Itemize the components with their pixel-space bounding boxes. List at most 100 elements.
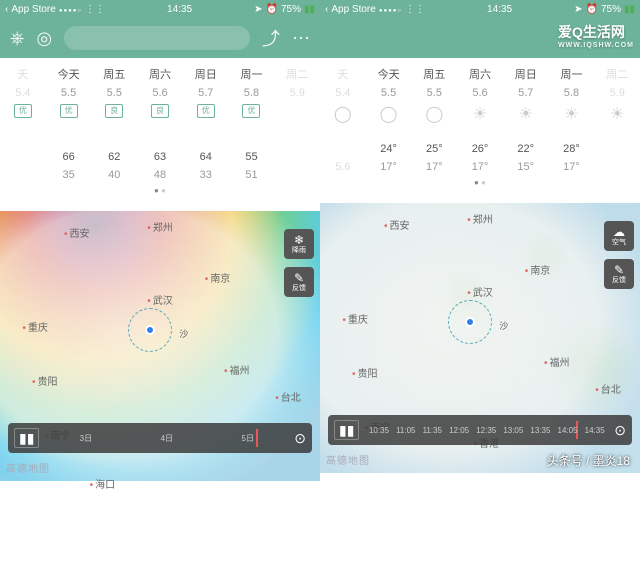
forecast-cell: 40 (91, 166, 137, 184)
status-bar: ‹ App Store ⋮⋮ 14:35 ➤ ⏰ 75% ▮▮ (0, 0, 320, 18)
forecast-cell: 17° (457, 158, 503, 176)
city-label: 台北 (595, 381, 621, 396)
locate-button[interactable]: ⊙ (294, 430, 306, 447)
target-icon[interactable]: ◎ (36, 28, 52, 49)
forecast-cell: 5.5 (366, 84, 412, 102)
forecast-cell: 55 (229, 148, 275, 166)
map-attribution: 高德地图 (326, 452, 370, 467)
forecast-cell: 周日 (503, 64, 549, 84)
status-time: 14:35 (487, 4, 512, 15)
timeline[interactable]: ▮▮ 3日4日5日 ⊙ (8, 423, 312, 453)
more-icon[interactable]: ⋯ (292, 28, 310, 49)
pause-icon[interactable]: ▮▮ (14, 428, 39, 448)
city-label: 重庆 (342, 311, 368, 326)
status-time: 14:35 (167, 4, 192, 15)
forecast-cell: 62 (91, 148, 137, 166)
city-label: 郑州 (467, 211, 493, 226)
timeline-tick: 11:35 (423, 426, 442, 435)
icon-row-r: ◯◯◯☀☀☀☀ (320, 102, 640, 126)
city-label: 武汉 (467, 284, 493, 299)
badge-row: 优优良良优优 (0, 102, 320, 120)
forecast-cell: 今天 (46, 64, 92, 84)
feedback-button[interactable]: ✎反馈 (604, 259, 634, 289)
forecast-cell (274, 102, 320, 120)
forecast-cell: 周六 (137, 64, 183, 84)
search-input[interactable] (64, 26, 250, 50)
wifi-icon: ⋮⋮ (85, 4, 105, 15)
date-row: 5.45.55.55.65.75.85.9 (0, 84, 320, 102)
day-row-r: 天今天周五周六周日周一周二 (320, 64, 640, 84)
forecast-cell: 5.6 (320, 158, 366, 176)
forecast-cell: ◯ (320, 102, 366, 126)
layer-air-button[interactable]: ☁空气 (604, 221, 634, 251)
city-label: 南京 (525, 262, 551, 277)
forecast-cell (274, 148, 320, 166)
forecast-cell: 天 (0, 64, 46, 84)
forecast-cell: 周二 (274, 64, 320, 84)
forecast-cell: 优 (46, 102, 92, 120)
forecast-cell: 优 (0, 102, 46, 120)
timeline-marker[interactable] (256, 429, 258, 447)
forecast-cell: 35 (46, 166, 92, 184)
page-indicator: ● ● (320, 176, 640, 189)
back-chevron-icon[interactable]: ‹ (5, 4, 8, 15)
timeline-tick: 10:35 (369, 426, 389, 435)
pause-icon[interactable]: ▮▮ (334, 420, 359, 440)
forecast-cell: 周日 (183, 64, 229, 84)
date-row-r: 5.45.55.55.65.75.85.9 (320, 84, 640, 102)
forecast-cell: 5.6 (457, 84, 503, 102)
timeline-tick: 13:35 (530, 426, 550, 435)
forecast-cell (0, 166, 46, 184)
forecast-cell: 64 (183, 148, 229, 166)
forecast-cell: 天 (320, 64, 366, 84)
signal-dots-icon (379, 4, 402, 15)
timeline-tick: 12:35 (476, 426, 496, 435)
forecast-cell: 5.9 (594, 84, 640, 102)
forecast-cell: 17° (366, 158, 412, 176)
layer-rain-button[interactable]: ❄降雨 (284, 229, 314, 259)
city-label: 福州 (224, 362, 250, 377)
spacer (320, 126, 640, 140)
forecast-cell: 25° (411, 140, 457, 158)
city-label: 西安 (384, 217, 410, 232)
city-label: 海口 (90, 476, 116, 491)
forecast-strip[interactable]: 天今天周五周六周日周一周二 5.45.55.55.65.75.85.9 ◯◯◯☀… (320, 58, 640, 203)
back-label[interactable]: App Store (11, 4, 55, 15)
city-label: 台北 (275, 389, 301, 404)
forecast-cell: 22° (503, 140, 549, 158)
forecast-cell (594, 140, 640, 158)
location-dot-icon (145, 325, 155, 335)
share-icon[interactable]: ⤴ (262, 25, 280, 51)
forecast-cell: ◯ (366, 102, 412, 126)
forecast-cell: 周五 (411, 64, 457, 84)
forecast-cell: 周一 (549, 64, 595, 84)
signal-dots-icon (59, 4, 82, 15)
weather-map-air[interactable]: 西安 郑州 南京 武汉 重庆 贵阳 福州 台北 南宁 香港 黄 沙 ☁空气 ✎反… (320, 203, 640, 473)
forecast-cell: 66 (46, 148, 92, 166)
forecast-cell: 良 (91, 102, 137, 120)
forecast-cell: 17° (549, 158, 595, 176)
forecast-cell: 24° (366, 140, 412, 158)
forecast-cell: 15° (503, 158, 549, 176)
forecast-cell: 周二 (594, 64, 640, 84)
forecast-cell: 48 (137, 166, 183, 184)
weather-map-rain[interactable]: 西安 郑州 南京 武汉 重庆 贵阳 福州 台北 南宁 黄 海口 沙 ❄降雨 ✎反… (0, 211, 320, 481)
pin-icon[interactable]: ⎈ (10, 28, 24, 49)
battery-pct: 75% (281, 4, 301, 15)
forecast-strip[interactable]: 天今天周五周六周日周一周二 5.45.55.55.65.75.85.9 优优良良… (0, 58, 320, 211)
timeline-track-right: 10:3511:0511:3512:0512:3513:0513:3514:05… (365, 415, 608, 445)
page-indicator: ● ● (0, 184, 320, 197)
location-icon: ➤ (574, 4, 582, 15)
location-ring-icon (448, 300, 492, 344)
forecast-cell: 5.8 (549, 84, 595, 102)
location-dot-icon (465, 317, 475, 327)
watermark: 爱Q生活网 WWW.IQSHW.COM (558, 22, 634, 49)
timeline-tick: 3日 (80, 433, 92, 444)
locate-button[interactable]: ⊙ (614, 422, 626, 439)
back-chevron-icon[interactable]: ‹ (325, 4, 328, 15)
back-label[interactable]: App Store (331, 4, 375, 15)
timeline[interactable]: ▮▮ 10:3511:0511:3512:0512:3513:0513:3514… (328, 415, 632, 445)
forecast-cell: ☀ (594, 102, 640, 126)
feedback-button[interactable]: ✎反馈 (284, 267, 314, 297)
forecast-cell (320, 140, 366, 158)
